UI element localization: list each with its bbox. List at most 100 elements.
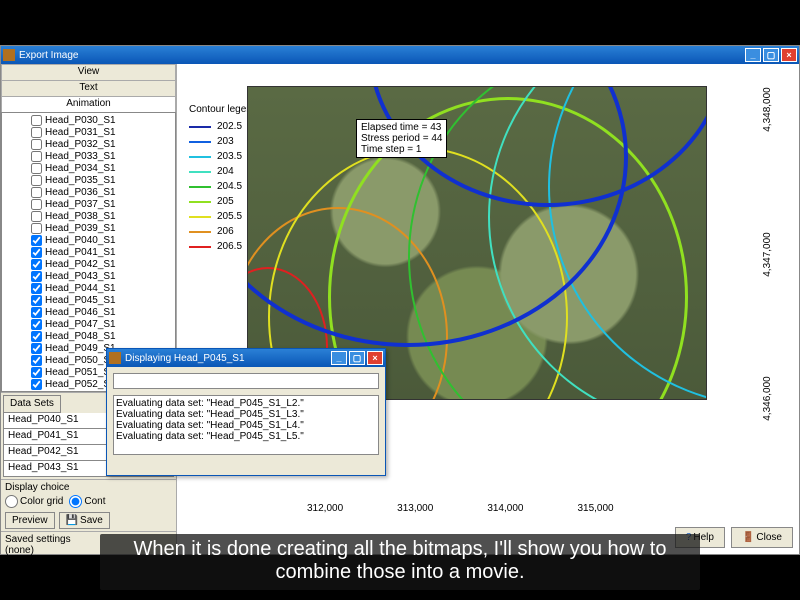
legend-value: 206.5 — [217, 241, 242, 252]
tree-checkbox[interactable] — [31, 115, 42, 126]
close-button[interactable]: × — [781, 48, 797, 62]
tree-checkbox[interactable] — [31, 223, 42, 234]
radio-contour[interactable]: Cont — [69, 495, 105, 508]
tree-checkbox[interactable] — [31, 295, 42, 306]
legend-swatch — [189, 231, 211, 233]
tree-item-label: Head_P034_S1 — [45, 163, 116, 174]
tree-item[interactable]: Head_P031_S1 — [3, 126, 174, 138]
app-icon — [3, 49, 15, 61]
preview-button[interactable]: Preview — [5, 512, 55, 529]
tree-item[interactable]: Head_P045_S1 — [3, 294, 174, 306]
dialog-title: Displaying Head_P045_S1 — [125, 353, 245, 364]
log-line: Evaluating data set: "Head_P045_S1_L4." — [116, 420, 376, 431]
x-axis: 312,000 313,000 314,000 315,000 — [307, 503, 614, 514]
datasets-tab[interactable]: Data Sets — [3, 395, 61, 413]
tree-checkbox[interactable] — [31, 247, 42, 258]
save-button[interactable]: 💾Save — [59, 512, 110, 529]
dialog-minimize-button[interactable]: _ — [331, 351, 347, 365]
tree-checkbox[interactable] — [31, 367, 42, 378]
tree-checkbox[interactable] — [31, 283, 42, 294]
tree-item-label: Head_P042_S1 — [45, 259, 116, 270]
tree-item-label: Head_P045_S1 — [45, 295, 116, 306]
tree-item-label: Head_P043_S1 — [45, 271, 116, 282]
tree-checkbox[interactable] — [31, 211, 42, 222]
tree-checkbox[interactable] — [31, 127, 42, 138]
progress-bar — [113, 373, 379, 389]
tree-item[interactable]: Head_P030_S1 — [3, 114, 174, 126]
minimize-button[interactable]: _ — [745, 48, 761, 62]
tree-checkbox[interactable] — [31, 343, 42, 354]
tree-checkbox[interactable] — [31, 331, 42, 342]
log-line: Evaluating data set: "Head_P045_S1_L5." — [116, 431, 376, 442]
tree-checkbox[interactable] — [31, 199, 42, 210]
legend-value: 203 — [217, 136, 234, 147]
tree-item[interactable]: Head_P032_S1 — [3, 138, 174, 150]
legend-value: 202.5 — [217, 121, 242, 132]
tree-item[interactable]: Head_P044_S1 — [3, 282, 174, 294]
tree-checkbox[interactable] — [31, 175, 42, 186]
display-choice-header: Display choice — [5, 482, 172, 493]
log-box[interactable]: Evaluating data set: "Head_P045_S1_L2."E… — [113, 395, 379, 455]
legend-value: 204 — [217, 166, 234, 177]
tree-item[interactable]: Head_P036_S1 — [3, 186, 174, 198]
tree-item[interactable]: Head_P041_S1 — [3, 246, 174, 258]
tree-item-label: Head_P033_S1 — [45, 151, 116, 162]
tree-item-label: Head_P035_S1 — [45, 175, 116, 186]
tree-checkbox[interactable] — [31, 307, 42, 318]
log-line: Evaluating data set: "Head_P045_S1_L2." — [116, 398, 376, 409]
tree-checkbox[interactable] — [31, 355, 42, 366]
tree-item-label: Head_P036_S1 — [45, 187, 116, 198]
tree-checkbox[interactable] — [31, 235, 42, 246]
tree-item[interactable]: Head_P035_S1 — [3, 174, 174, 186]
tree-checkbox[interactable] — [31, 163, 42, 174]
tree-checkbox[interactable] — [31, 379, 42, 390]
legend-value: 205 — [217, 196, 234, 207]
legend-value: 204.5 — [217, 181, 242, 192]
tab-view[interactable]: View — [1, 64, 176, 80]
tree-checkbox[interactable] — [31, 139, 42, 150]
titlebar[interactable]: Export Image _ ▢ × — [1, 46, 799, 64]
legend-swatch — [189, 126, 211, 128]
tree-item[interactable]: Head_P040_S1 — [3, 234, 174, 246]
close-window-button[interactable]: 🚪Close — [731, 527, 793, 548]
export-image-window: Export Image _ ▢ × View Text Animation H… — [0, 45, 800, 555]
tree-checkbox[interactable] — [31, 151, 42, 162]
dialog-close-button[interactable]: × — [367, 351, 383, 365]
tree-item[interactable]: Head_P048_S1 — [3, 330, 174, 342]
tree-item[interactable]: Head_P046_S1 — [3, 306, 174, 318]
tree-item-label: Head_P040_S1 — [45, 235, 116, 246]
tree-item[interactable]: Head_P043_S1 — [3, 270, 174, 282]
progress-dialog[interactable]: Displaying Head_P045_S1 _ ▢ × Evaluating… — [106, 348, 386, 476]
tree-item-label: Head_P047_S1 — [45, 319, 116, 330]
map-area: Contour legend 202.5203203.5204204.52052… — [177, 64, 799, 554]
dialog-maximize-button[interactable]: ▢ — [349, 351, 365, 365]
tree-item-label: Head_P048_S1 — [45, 331, 116, 342]
tree-item[interactable]: Head_P033_S1 — [3, 150, 174, 162]
log-line: Evaluating data set: "Head_P045_S1_L3." — [116, 409, 376, 420]
tree-checkbox[interactable] — [31, 259, 42, 270]
disk-icon: 💾 — [66, 515, 78, 526]
app-icon — [109, 352, 121, 364]
radio-color-grid[interactable]: Color grid — [5, 495, 63, 508]
tree-checkbox[interactable] — [31, 319, 42, 330]
tree-item[interactable]: Head_P034_S1 — [3, 162, 174, 174]
tree-checkbox[interactable] — [31, 187, 42, 198]
tree-item-label: Head_P037_S1 — [45, 199, 116, 210]
tree-item[interactable]: Head_P037_S1 — [3, 198, 174, 210]
legend-swatch — [189, 201, 211, 203]
tree-item-label: Head_P046_S1 — [45, 307, 116, 318]
tree-item[interactable]: Head_P042_S1 — [3, 258, 174, 270]
tree-item[interactable]: Head_P047_S1 — [3, 318, 174, 330]
tree-checkbox[interactable] — [31, 271, 42, 282]
tree-item-label: Head_P032_S1 — [45, 139, 116, 150]
door-icon: 🚪 — [742, 532, 754, 543]
tree-item[interactable]: Head_P039_S1 — [3, 222, 174, 234]
tab-animation[interactable]: Animation — [1, 96, 176, 112]
legend-swatch — [189, 216, 211, 218]
video-caption: When it is done creating all the bitmaps… — [100, 534, 700, 590]
dialog-titlebar[interactable]: Displaying Head_P045_S1 _ ▢ × — [107, 349, 385, 367]
maximize-button[interactable]: ▢ — [763, 48, 779, 62]
legend-swatch — [189, 171, 211, 173]
tab-text[interactable]: Text — [1, 80, 176, 96]
tree-item[interactable]: Head_P038_S1 — [3, 210, 174, 222]
